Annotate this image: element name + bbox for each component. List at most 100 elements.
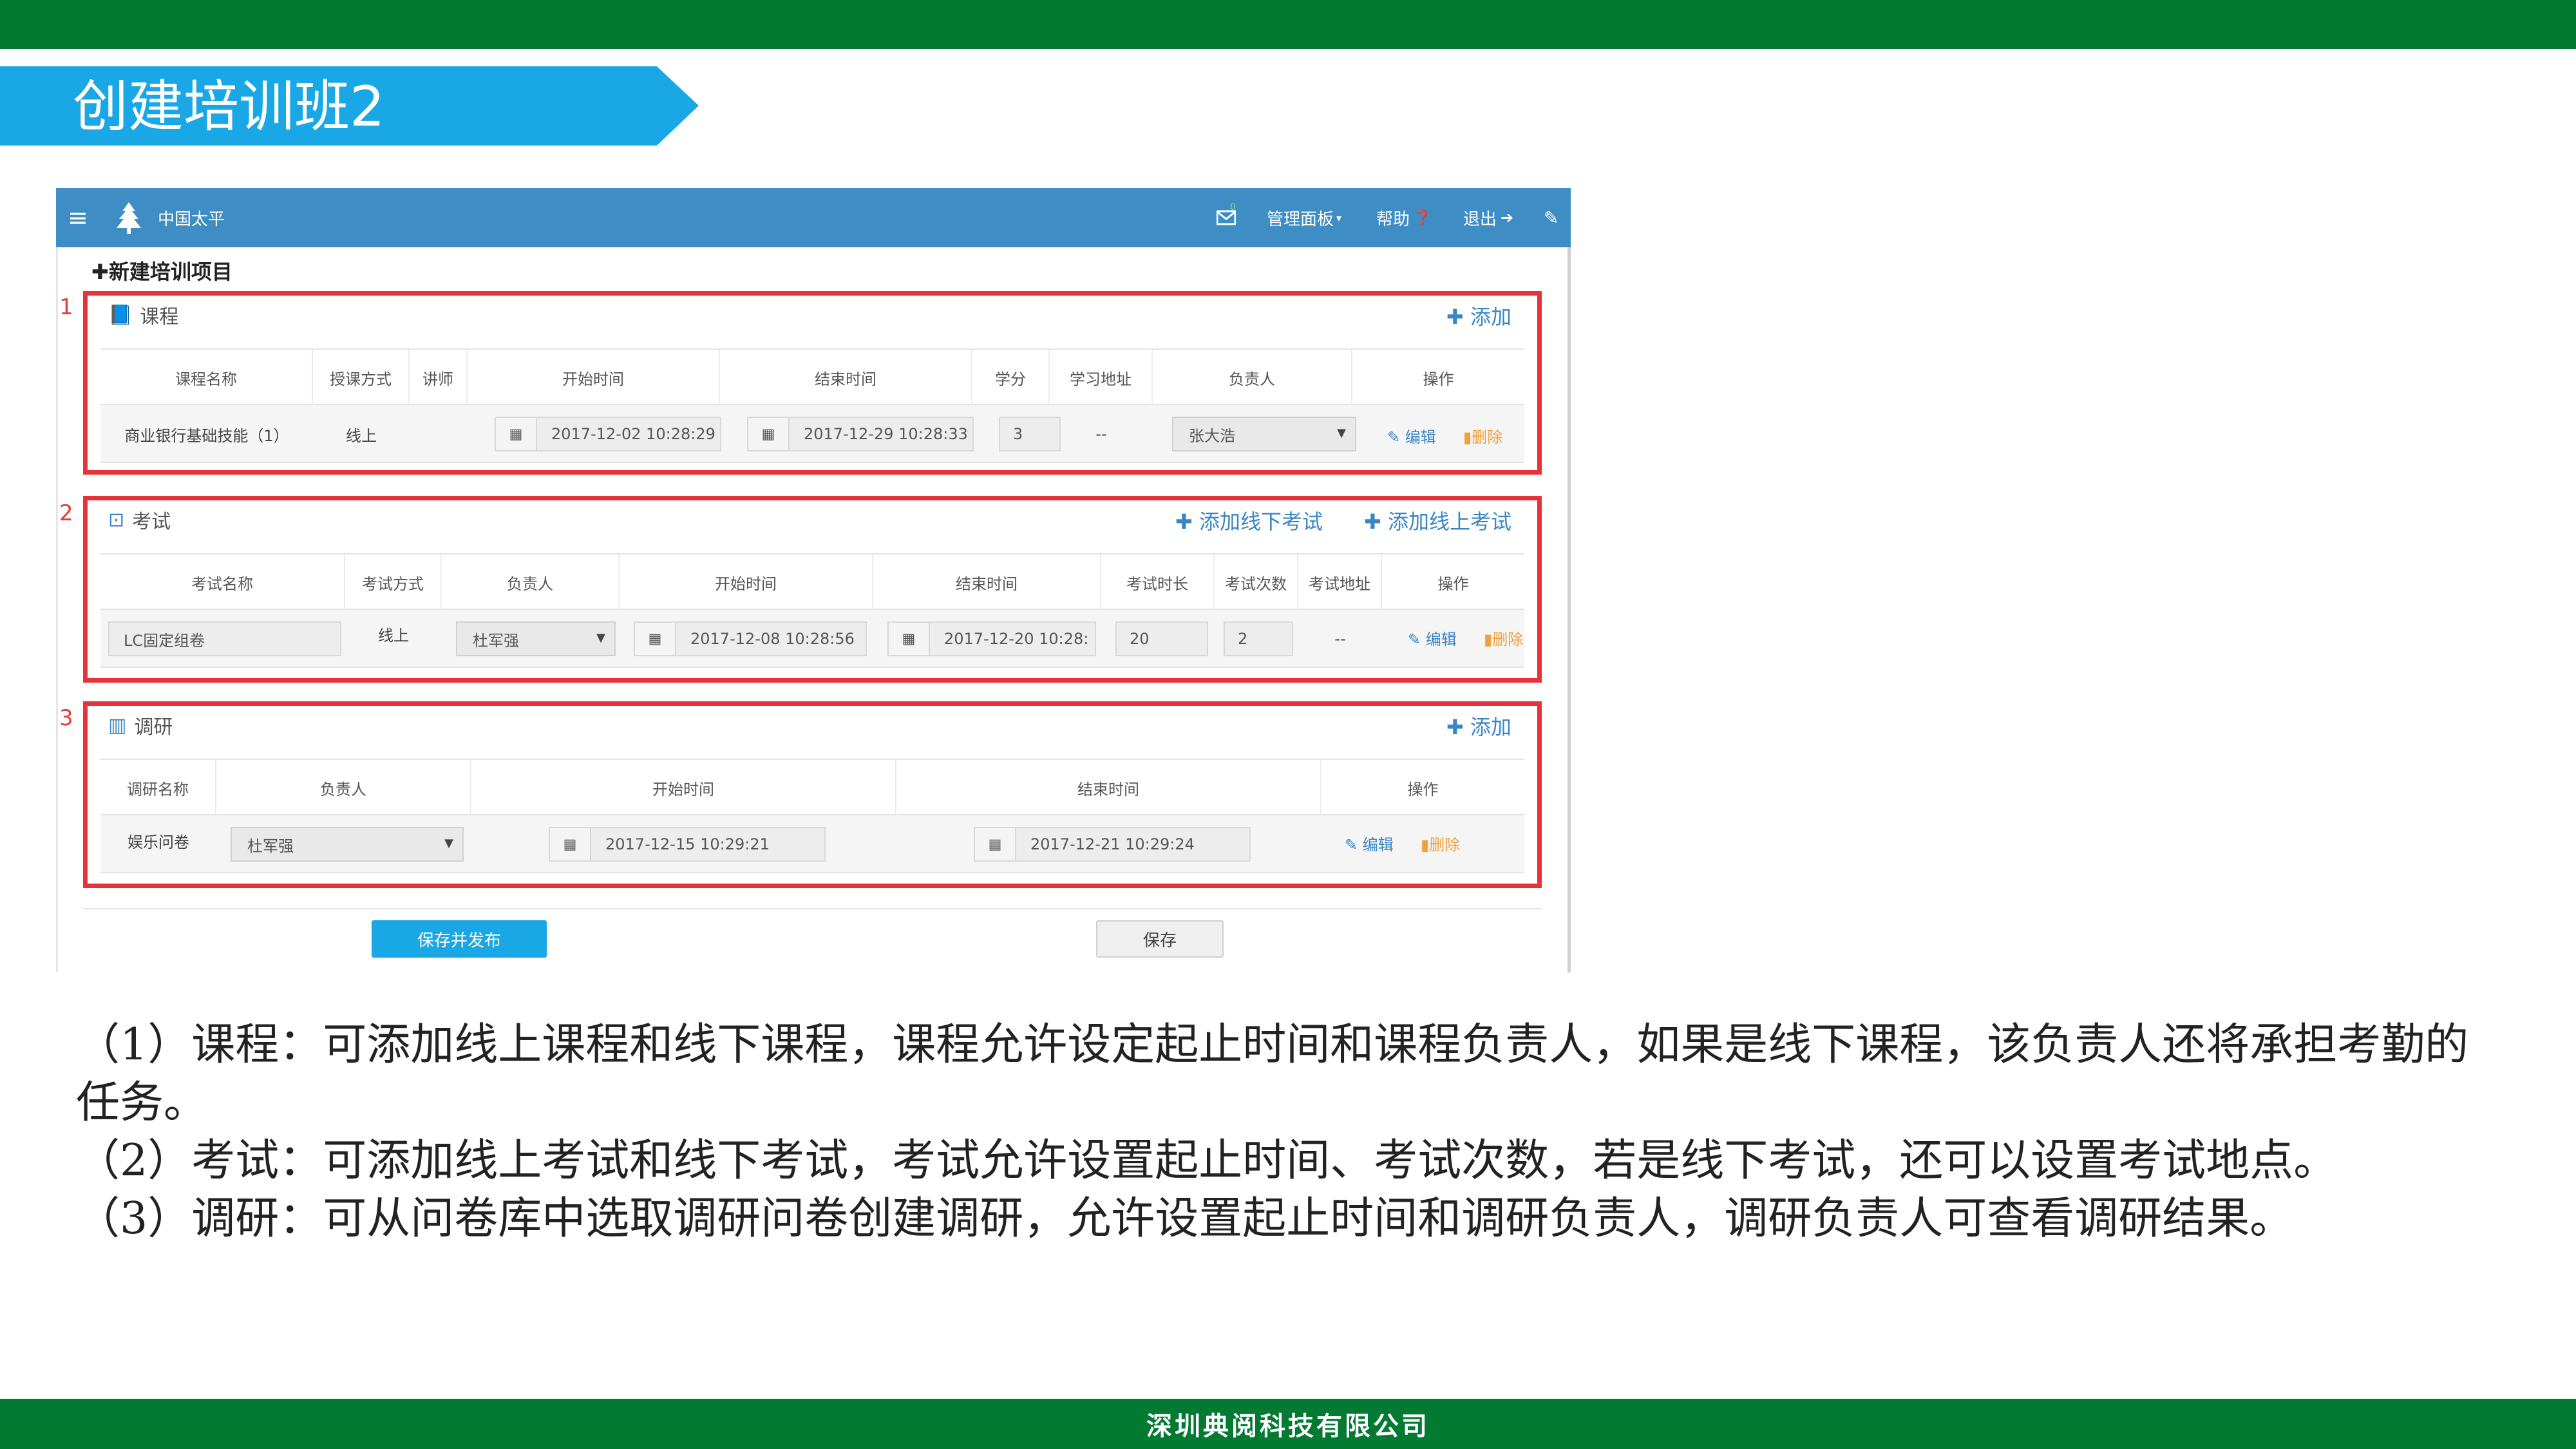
survey-table: 调研名称 负责人 开始时间 结束时间 操作 娱乐问卷 杜军强 ▼ ▦ 2017-12… xyxy=(100,759,1524,881)
exam-start-input[interactable]: ▦ 2017-12-08 10:28:56 xyxy=(634,621,867,656)
col-exam-mode: 考试方式 xyxy=(345,554,442,610)
col-actions: 操作 xyxy=(1423,370,1454,388)
add-online-exam-button[interactable]: ✚ 添加线上考试 xyxy=(1364,506,1511,535)
help-menu[interactable]: 帮助 ❓ xyxy=(1376,188,1431,247)
col-course-name: 课程名称 xyxy=(100,350,313,405)
calendar-icon[interactable]: ▦ xyxy=(550,828,591,860)
col-survey-end: 结束时间 xyxy=(896,760,1321,815)
exam-header: ⊡ 考试 xyxy=(108,506,171,534)
course-edit-label: 编辑 xyxy=(1405,428,1436,446)
course-owner-value: 张大浩 xyxy=(1189,426,1235,445)
exam-delete-label: 删除 xyxy=(1492,630,1524,649)
edit-icon: ✎ xyxy=(1345,836,1358,854)
col-owner: 负责人 xyxy=(1153,350,1352,405)
admin-panel-menu[interactable]: 管理面板 ▾ xyxy=(1267,188,1341,247)
col-end-time: 结束时间 xyxy=(720,350,972,405)
course-start-input[interactable]: ▦ 2017-12-02 10:28:29 xyxy=(495,417,721,451)
survey-name-cell: 娱乐问卷 xyxy=(128,833,189,851)
brush-icon[interactable]: ✎ xyxy=(1544,188,1558,247)
add-offline-exam-button[interactable]: ✚ 添加线下考试 xyxy=(1175,506,1323,535)
col-teach-mode: 授课方式 xyxy=(313,350,410,405)
save-button[interactable]: 保存 xyxy=(1096,920,1224,958)
course-add-button[interactable]: ✚ 添加 xyxy=(1446,301,1511,330)
course-end-input[interactable]: ▦ 2017-12-29 10:28:33 xyxy=(747,417,974,451)
calendar-icon[interactable]: ▦ xyxy=(975,828,1016,860)
brand-name[interactable]: 中国太平 xyxy=(158,188,225,247)
survey-delete-label: 删除 xyxy=(1429,836,1461,854)
survey-delete-button[interactable]: ▮删除 xyxy=(1421,832,1460,855)
exam-edit-label: 编辑 xyxy=(1425,630,1457,649)
survey-start-input[interactable]: ▦ 2017-12-15 10:29:21 xyxy=(549,827,826,862)
exam-table-header: 考试名称 考试方式 负责人 开始时间 结束时间 考试时长 考试次数 考试地址 操… xyxy=(100,554,1524,610)
form-divider xyxy=(83,908,1542,909)
description-course: （1）课程：可添加线上课程和线下课程，课程允许设定起止时间和课程负责人，如果是线… xyxy=(76,1019,2469,1128)
logout-link[interactable]: 退出 ➔ xyxy=(1463,188,1513,247)
book-icon: 📘 xyxy=(108,303,133,327)
save-and-publish-button[interactable]: 保存并发布 xyxy=(372,920,547,958)
exam-edit-button[interactable]: ✎ 编辑 xyxy=(1408,627,1457,649)
sign-out-icon: ➔ xyxy=(1501,209,1514,227)
exam-delete-button[interactable]: ▮删除 xyxy=(1484,627,1523,649)
exam-table: 考试名称 考试方式 负责人 开始时间 结束时间 考试时长 考试次数 考试地址 操… xyxy=(100,553,1524,676)
new-project-label: 新建培训项目 xyxy=(108,260,232,284)
course-credit-value: 3 xyxy=(1013,425,1023,443)
company-footer: 深圳典阅科技有限公司 xyxy=(1146,1412,1430,1441)
course-mode-cell: 线上 xyxy=(346,426,377,445)
calendar-icon[interactable]: ▦ xyxy=(889,623,930,655)
description-text: （1）课程：可添加线上课程和线下课程，课程允许设定起止时间和课程负责人，如果是线… xyxy=(76,1016,2510,1248)
exam-end-value: 2017-12-20 10:28: xyxy=(944,630,1089,648)
survey-edit-label: 编辑 xyxy=(1362,836,1394,854)
course-owner-select[interactable]: 张大浩 ▼ xyxy=(1172,417,1356,451)
survey-end-value: 2017-12-21 10:29:24 xyxy=(1030,835,1195,853)
slide-title: 创建培训班2 xyxy=(73,75,385,139)
col-survey-owner: 负责人 xyxy=(216,760,471,815)
plus-icon: ✚ xyxy=(1175,509,1193,534)
col-exam-end: 结束时间 xyxy=(873,554,1101,610)
col-exam-start: 开始时间 xyxy=(620,554,873,610)
section-number-2: 2 xyxy=(59,500,73,526)
tree-logo-icon xyxy=(115,188,142,247)
new-project-link[interactable]: ✚新建培训项目 xyxy=(91,256,232,285)
course-add-label: 添加 xyxy=(1470,305,1511,329)
exam-icon: ⊡ xyxy=(108,508,125,531)
course-end-value: 2017-12-29 10:28:33 xyxy=(804,425,968,443)
course-header: 📘 课程 xyxy=(108,301,178,329)
exam-address-cell: -- xyxy=(1334,630,1346,648)
logout-label: 退出 xyxy=(1463,209,1497,229)
section-number-1: 1 xyxy=(59,294,73,320)
exam-name-input[interactable]: LC固定组卷 xyxy=(108,621,341,656)
plus-icon: ✚ xyxy=(1364,509,1381,534)
exam-end-input[interactable]: ▦ 2017-12-20 10:28: xyxy=(887,621,1096,656)
top-green-bar xyxy=(0,0,2576,49)
table-row: 娱乐问卷 杜军强 ▼ ▦ 2017-12-15 10:29:21 ▦ 2017-12-… xyxy=(100,815,1524,873)
calendar-icon[interactable]: ▦ xyxy=(748,418,790,450)
course-delete-button[interactable]: ▮删除 xyxy=(1463,424,1502,447)
survey-start-value: 2017-12-15 10:29:21 xyxy=(605,835,770,853)
survey-title: 调研 xyxy=(134,716,173,739)
survey-add-button[interactable]: ✚ 添加 xyxy=(1446,711,1511,741)
col-lecturer: 讲师 xyxy=(410,350,468,405)
table-row: 商业银行基础技能（1） 线上 ▦ 2017-12-02 10:28:29 ▦ 201… xyxy=(100,405,1524,463)
col-exam-actions: 操作 xyxy=(1437,574,1469,593)
caret-down-icon: ▼ xyxy=(596,631,605,645)
edit-icon: ✎ xyxy=(1387,428,1401,446)
menu-icon[interactable]: ≡ xyxy=(68,188,88,247)
exam-owner-value: 杜军强 xyxy=(473,631,519,650)
plus-icon: ✚ xyxy=(91,260,109,284)
survey-owner-value: 杜军强 xyxy=(247,837,294,855)
survey-edit-button[interactable]: ✎ 编辑 xyxy=(1345,832,1394,855)
admin-panel-label: 管理面板 xyxy=(1267,209,1334,229)
exam-owner-select[interactable]: 杜军强 ▼ xyxy=(456,621,616,656)
course-edit-button[interactable]: ✎ 编辑 xyxy=(1387,424,1436,447)
exam-duration-input[interactable]: 20 xyxy=(1115,621,1208,656)
calendar-icon[interactable]: ▦ xyxy=(496,418,537,450)
calendar-icon[interactable]: ▦ xyxy=(635,623,676,655)
col-exam-name: 考试名称 xyxy=(100,554,345,610)
survey-owner-select[interactable]: 杜军强 ▼ xyxy=(231,827,464,862)
survey-end-input[interactable]: ▦ 2017-12-21 10:29:24 xyxy=(974,827,1251,862)
add-offline-exam-label: 添加线下考试 xyxy=(1198,509,1323,534)
exam-times-value: 2 xyxy=(1238,630,1248,648)
exam-times-input[interactable]: 2 xyxy=(1224,621,1293,656)
exam-panel: ⊡ 考试 ✚ 添加线下考试 ✚ 添加线上考试 考试名称 考试方式 负责人 开始时间… xyxy=(83,496,1542,683)
add-online-exam-label: 添加线上考试 xyxy=(1387,509,1511,534)
